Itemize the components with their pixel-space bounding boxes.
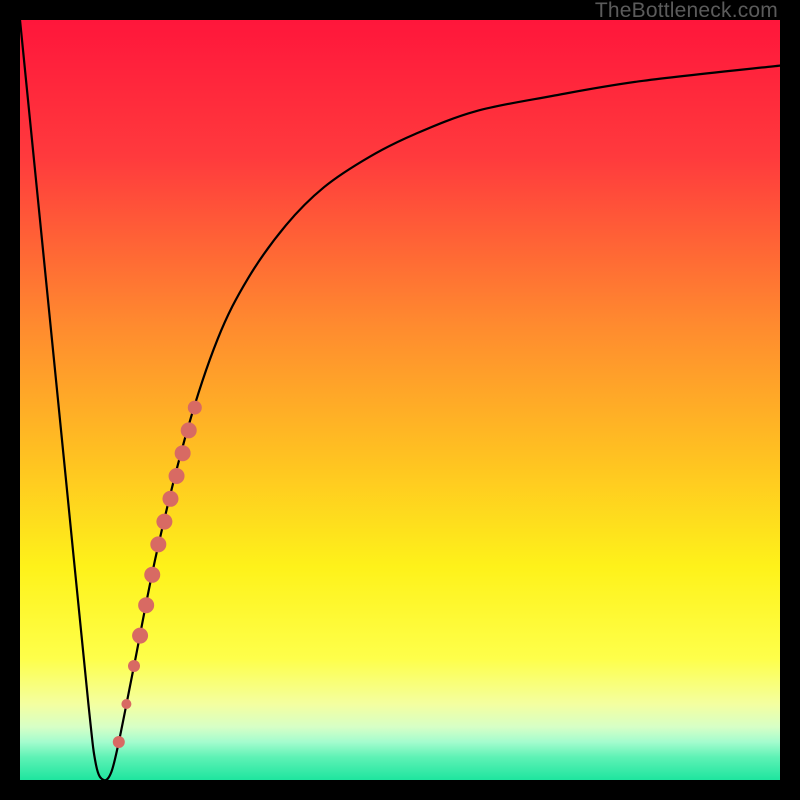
- outer-frame: TheBottleneck.com: [0, 0, 800, 800]
- highlight-dots: [113, 401, 202, 748]
- highlight-dot: [121, 699, 131, 709]
- highlight-dot: [128, 660, 140, 672]
- curve-layer: [20, 20, 780, 780]
- highlight-dot: [169, 468, 185, 484]
- highlight-dot: [162, 491, 178, 507]
- highlight-dot: [113, 736, 125, 748]
- highlight-dot: [138, 597, 154, 613]
- highlight-dot: [132, 628, 148, 644]
- highlight-dot: [188, 401, 202, 415]
- attribution-label: TheBottleneck.com: [595, 0, 778, 22]
- highlight-dot: [144, 567, 160, 583]
- highlight-dot: [181, 422, 197, 438]
- plot-area: [20, 20, 780, 780]
- highlight-dot: [175, 445, 191, 461]
- highlight-dot: [156, 514, 172, 530]
- highlight-dot: [150, 536, 166, 552]
